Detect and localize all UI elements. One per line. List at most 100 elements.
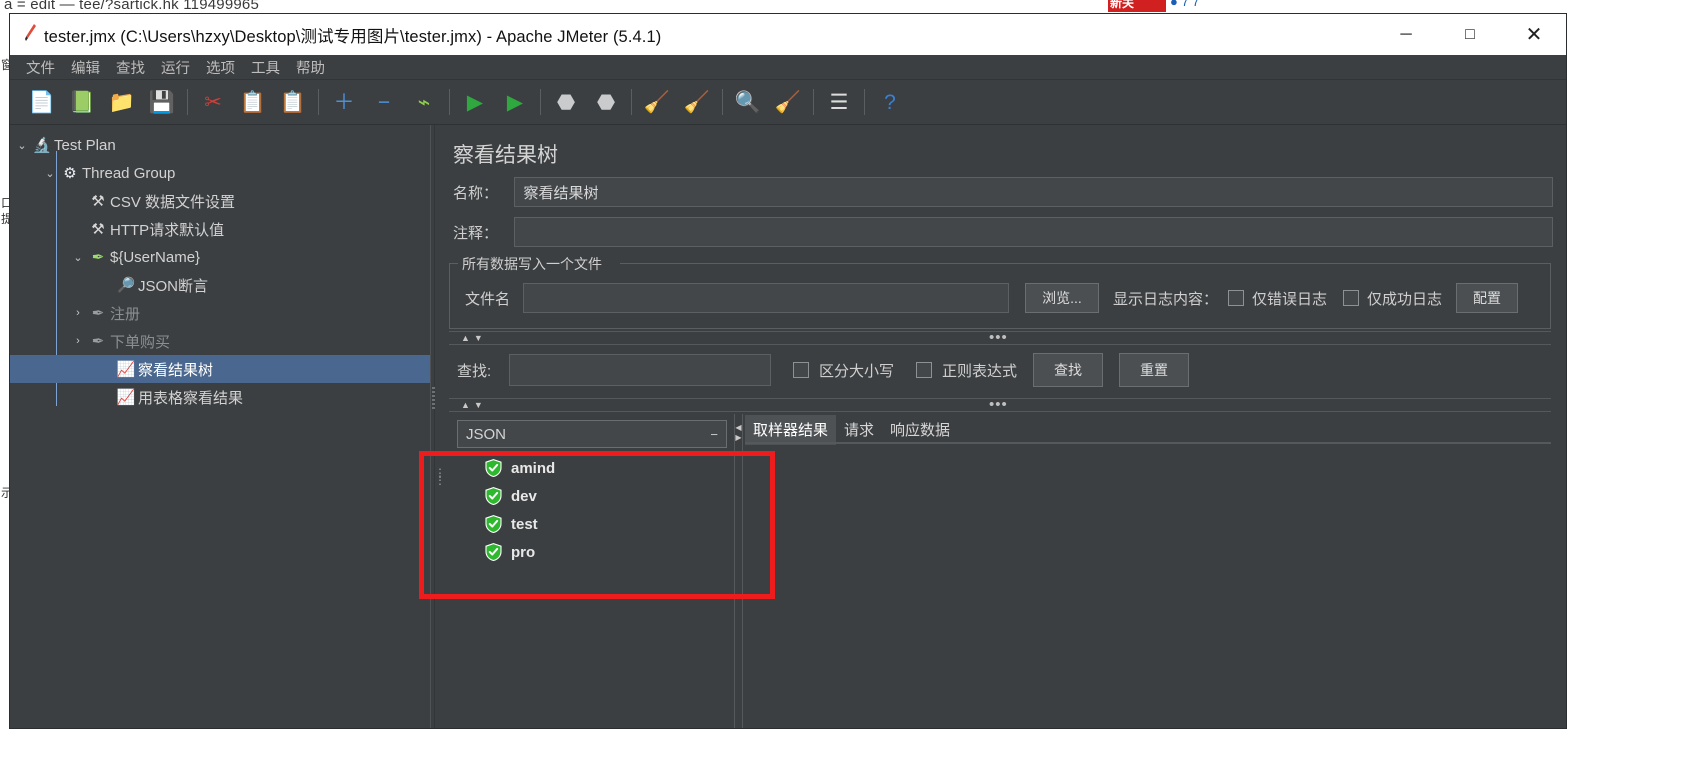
tree-node-icon: ✒ (91, 248, 105, 266)
collapse-right-icon[interactable]: ▶ (735, 433, 742, 443)
menu-edit[interactable]: 编辑 (63, 57, 108, 78)
close-button[interactable]: ✕ (1502, 14, 1566, 55)
tree-node-icon: ✒ (91, 332, 105, 350)
stop-button[interactable]: ⬣ (546, 83, 586, 121)
templates-button[interactable]: 📗 (62, 83, 102, 121)
tree-expand-toggle-icon[interactable]: ⌄ (70, 251, 86, 264)
divider-up-down-arrows-top[interactable]: ▲▼ (461, 333, 487, 343)
tab-response-data[interactable]: 响应数据 (882, 415, 958, 445)
errors-only-label: 仅错误日志 (1252, 290, 1328, 308)
tree-node-json-assertion[interactable]: 🔎 JSON断言 (10, 271, 430, 299)
find-button[interactable]: 查找 (1033, 353, 1104, 387)
toolbar-separator (318, 89, 319, 115)
search-input[interactable] (509, 354, 771, 386)
collapse-all-button[interactable]: − (364, 83, 404, 121)
tree-node-view-results-table[interactable]: 📈 用表格察看结果 (10, 383, 430, 411)
tree-expand-toggle-icon[interactable]: › (70, 335, 86, 347)
tree-node-order-buy[interactable]: › ✒ 下单购买 (10, 327, 430, 355)
divider-up-down-arrows-bottom[interactable]: ▲▼ (461, 400, 487, 410)
name-input[interactable]: 察看结果树 (514, 177, 1553, 207)
clear-all-icon: 🧹 (683, 90, 711, 114)
tree-node-icon: ⚒ (91, 192, 105, 210)
menu-help[interactable]: 帮助 (288, 57, 333, 78)
menu-options[interactable]: 选项 (198, 57, 243, 78)
new-button[interactable]: 📄 (22, 83, 62, 121)
shutdown-button[interactable]: ⬣ (586, 83, 626, 121)
background-top-text: a = edit — tee/?sartick.hk 119499965 (4, 0, 260, 13)
tree-node-icon: 🔎 (116, 276, 136, 294)
start-no-pauses-button[interactable]: ▶ (495, 83, 535, 121)
name-row: 名称： 察看结果树 (453, 177, 1553, 207)
screen: a = edit — tee/?sartick.hk 119499965 新关 … (0, 0, 1692, 784)
start-button[interactable]: ▶ (455, 83, 495, 121)
case-sensitive-checkbox[interactable] (793, 362, 809, 378)
toggle-icon: ⌁ (417, 90, 431, 114)
divider-grip-dots-bottom[interactable]: ••• (989, 397, 1008, 412)
function-helper-button[interactable]: ☰ (819, 83, 859, 121)
menu-file[interactable]: 文件 (18, 57, 63, 78)
toolbar-separator (631, 89, 632, 115)
reset-button[interactable]: 重置 (1119, 353, 1190, 387)
test-plan-tree: ⌄ 🔬 Test Plan ⌄ ⚙ Thread Group ⚒ CSV 数据文件设置 ⚒ HTT… (10, 125, 430, 411)
menu-tools[interactable]: 工具 (243, 57, 288, 78)
divider-bar-bottom[interactable]: ▲▼ ••• (449, 397, 1551, 412)
cut-button[interactable]: ✂ (193, 83, 233, 121)
toolbar-separator (864, 89, 865, 115)
filename-row: 文件名 浏览... 显示日志内容： 仅错误日志 仅成功日志 配置 (465, 283, 1519, 313)
configure-button[interactable]: 配置 (1456, 283, 1519, 313)
help-button[interactable]: ? (870, 83, 910, 121)
browse-button[interactable]: 浏览... (1025, 283, 1099, 313)
menu-search[interactable]: 查找 (108, 57, 153, 78)
tree-node-username[interactable]: ⌄ ✒ ${UserName} (10, 243, 430, 271)
window-title: tester.jmx (C:\Users\hzxy\Desktop\测试专用图片… (44, 27, 662, 46)
menu-run[interactable]: 运行 (153, 57, 198, 78)
successes-only-checkbox[interactable] (1343, 290, 1360, 306)
background-red-badge-label: 新关 (1110, 0, 1135, 10)
expand-all-button[interactable]: ＋ (324, 83, 364, 121)
filename-input[interactable] (523, 283, 1009, 313)
toolbar: 📄 📗 📁 💾 ✂ 📋 📋 ＋ − ⌁ ▶ ▶ ⬣ ⬣ 🧹 🧹 🔍 🧹 ☰? (10, 80, 1566, 125)
renderer-select[interactable]: JSON − (457, 420, 727, 448)
comment-input[interactable] (514, 217, 1553, 247)
regex-checkbox[interactable] (916, 362, 933, 378)
tree-expand-toggle-icon[interactable]: ⌄ (42, 167, 58, 180)
tab-request[interactable]: 请求 (836, 415, 882, 445)
save-button[interactable]: 💾 (142, 83, 182, 121)
minimize-button[interactable]: ─ (1374, 14, 1438, 55)
menu-bar: 文件 编辑 查找 运行 选项 工具 帮助 (10, 55, 1566, 80)
clear-button[interactable]: 🧹 (637, 83, 677, 121)
start-no-pauses-icon: ▶ (506, 90, 524, 114)
divider-grip-dots-top[interactable]: ••• (989, 330, 1008, 345)
stop-icon: ⬣ (556, 90, 576, 114)
new-icon: 📄 (28, 90, 56, 114)
clear-all-button[interactable]: 🧹 (677, 83, 717, 121)
tree-expand-toggle-icon[interactable]: ⌄ (14, 139, 30, 152)
tree-node-thread-group[interactable]: ⌄ ⚙ Thread Group (10, 159, 430, 187)
tree-node-register[interactable]: › ✒ 注册 (10, 299, 430, 327)
result-tabs: 取样器结果 请求 响应数据 (745, 415, 958, 445)
errors-only-checkbox[interactable] (1228, 290, 1245, 306)
tree-node-csv-data-set[interactable]: ⚒ CSV 数据文件设置 (10, 187, 430, 215)
copy-button[interactable]: 📋 (233, 83, 273, 121)
copy-icon: 📋 (239, 90, 267, 114)
paste-button[interactable]: 📋 (273, 83, 313, 121)
jmeter-feather-icon (18, 23, 44, 46)
regex-label: 正则表达式 (942, 362, 1018, 380)
tab-sampler-result[interactable]: 取样器结果 (745, 415, 837, 445)
tree-node-view-results-tree[interactable]: 📈 察看结果树 (10, 355, 430, 383)
search-button[interactable]: 🔍 (728, 83, 768, 121)
tree-node-icon: 📈 (116, 388, 136, 406)
maximize-button[interactable]: □ (1438, 14, 1502, 55)
open-button[interactable]: 📁 (102, 83, 142, 121)
tree-node-http-defaults[interactable]: ⚒ HTTP请求默认值 (10, 215, 430, 243)
tree-expand-toggle-icon[interactable]: › (70, 307, 86, 319)
tree-node-test-plan[interactable]: ⌄ 🔬 Test Plan (10, 131, 430, 159)
toolbar-separator (722, 89, 723, 115)
toggle-button[interactable]: ⌁ (404, 83, 444, 121)
reset-search-button[interactable]: 🧹 (768, 83, 808, 121)
search-icon: 🔍 (734, 90, 762, 114)
comment-row: 注释： (453, 217, 1553, 247)
tree-node-label: CSV 数据文件设置 (110, 193, 236, 211)
divider-bar-top[interactable]: ▲▼ ••• (449, 330, 1551, 345)
collapse-left-icon[interactable]: ◀ (735, 423, 742, 433)
